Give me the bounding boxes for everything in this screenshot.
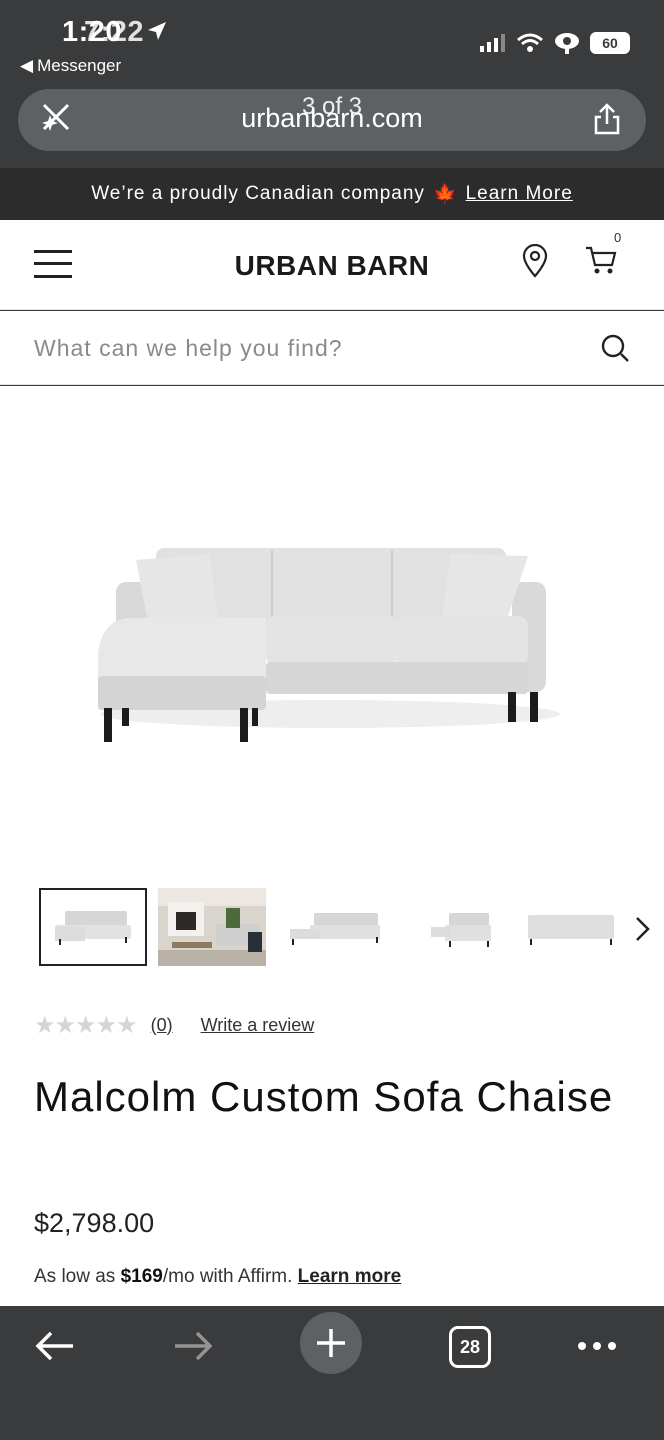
wifi-icon — [517, 33, 543, 52]
maple-leaf-icon: 🍁 — [432, 184, 458, 205]
thumbnail-sofa-image — [55, 911, 131, 945]
status-bar: 1:20 7:22 ◀ Messenger 60 — [0, 0, 664, 86]
thumbnail-back-image — [528, 915, 614, 945]
banner-learn-more-link[interactable]: Learn More — [466, 183, 573, 205]
thumbnail-back[interactable] — [516, 888, 624, 966]
browser-toolbar: 28 — [0, 1306, 664, 1440]
page: 1:20 7:22 ◀ Messenger 60 urbanbarn.com 3… — [0, 0, 664, 1440]
share-icon[interactable] — [590, 102, 624, 136]
forward-button[interactable] — [168, 1326, 218, 1366]
thumbnail-front[interactable] — [39, 888, 147, 966]
site-logo[interactable]: URBAN BARN — [0, 250, 664, 282]
affirm-line: As low as $169/mo with Affirm. Learn mor… — [34, 1266, 401, 1288]
product-main-image[interactable] — [70, 536, 570, 756]
thumbnail-angle-image — [290, 913, 380, 945]
find-in-page-count: 3 of 3 — [301, 93, 363, 120]
thumbnail-angle[interactable] — [280, 888, 388, 966]
back-button[interactable] — [30, 1326, 80, 1366]
battery-indicator: 60 — [590, 32, 630, 54]
arrow-right-icon — [175, 1331, 213, 1361]
rating-stars: ★★★★★ — [34, 1011, 138, 1039]
thumbnail-side-image — [431, 913, 491, 947]
location-arrow-icon — [148, 22, 166, 40]
back-to-app-button[interactable]: ◀ Messenger — [20, 56, 121, 76]
time-overlay-text: 7:22 — [84, 16, 145, 48]
cart-icon[interactable] — [584, 244, 618, 276]
ellipsis-icon — [578, 1342, 616, 1350]
thumbnail-strip — [0, 886, 664, 970]
affirm-prefix: As low as — [34, 1266, 121, 1287]
product-page: ★★★★★ (0) Write a review Malcolm Custom … — [0, 386, 664, 1306]
promo-banner: We’re a proudly Canadian company 🍁 Learn… — [0, 168, 664, 220]
status-icons: 60 — [480, 32, 630, 54]
search-icon[interactable] — [600, 333, 630, 363]
back-app-label: Messenger — [37, 56, 122, 75]
affirm-learn-more-link[interactable]: Learn more — [298, 1266, 401, 1287]
review-count[interactable]: (0) — [151, 1015, 173, 1036]
site-header: URBAN BARN 0 — [0, 220, 664, 310]
chevron-right-icon[interactable] — [630, 914, 654, 944]
back-triangle-icon: ◀ — [20, 56, 34, 75]
url-bar[interactable]: urbanbarn.com 3 of 3 — [18, 89, 646, 151]
write-review-link[interactable]: Write a review — [201, 1015, 315, 1036]
more-options-button[interactable] — [574, 1326, 620, 1366]
plus-icon — [317, 1329, 345, 1357]
signal-icon — [480, 34, 505, 52]
thumbnail-room[interactable] — [158, 888, 266, 966]
product-price: $2,798.00 — [34, 1208, 155, 1238]
hotspot-icon — [555, 33, 579, 54]
new-tab-button[interactable] — [300, 1312, 362, 1374]
banner-text: We’re a proudly Canadian company — [91, 183, 425, 204]
affirm-suffix: /mo with Affirm. — [162, 1266, 298, 1287]
search-bar — [0, 311, 664, 385]
search-input[interactable] — [34, 329, 574, 367]
thumbnail-side[interactable] — [400, 888, 508, 966]
product-title: Malcolm Custom Sofa Chaise — [34, 1073, 614, 1120]
arrow-left-icon — [35, 1331, 73, 1361]
tab-switcher-button[interactable]: 28 — [449, 1326, 491, 1368]
rating-row: ★★★★★ (0) Write a review — [34, 1011, 315, 1039]
affirm-amount: $169 — [120, 1266, 163, 1287]
store-locator-icon[interactable] — [520, 244, 550, 278]
status-time: 1:20 7:22 — [62, 16, 166, 49]
thumbnail-room-image — [158, 888, 266, 966]
cart-count: 0 — [614, 230, 622, 245]
